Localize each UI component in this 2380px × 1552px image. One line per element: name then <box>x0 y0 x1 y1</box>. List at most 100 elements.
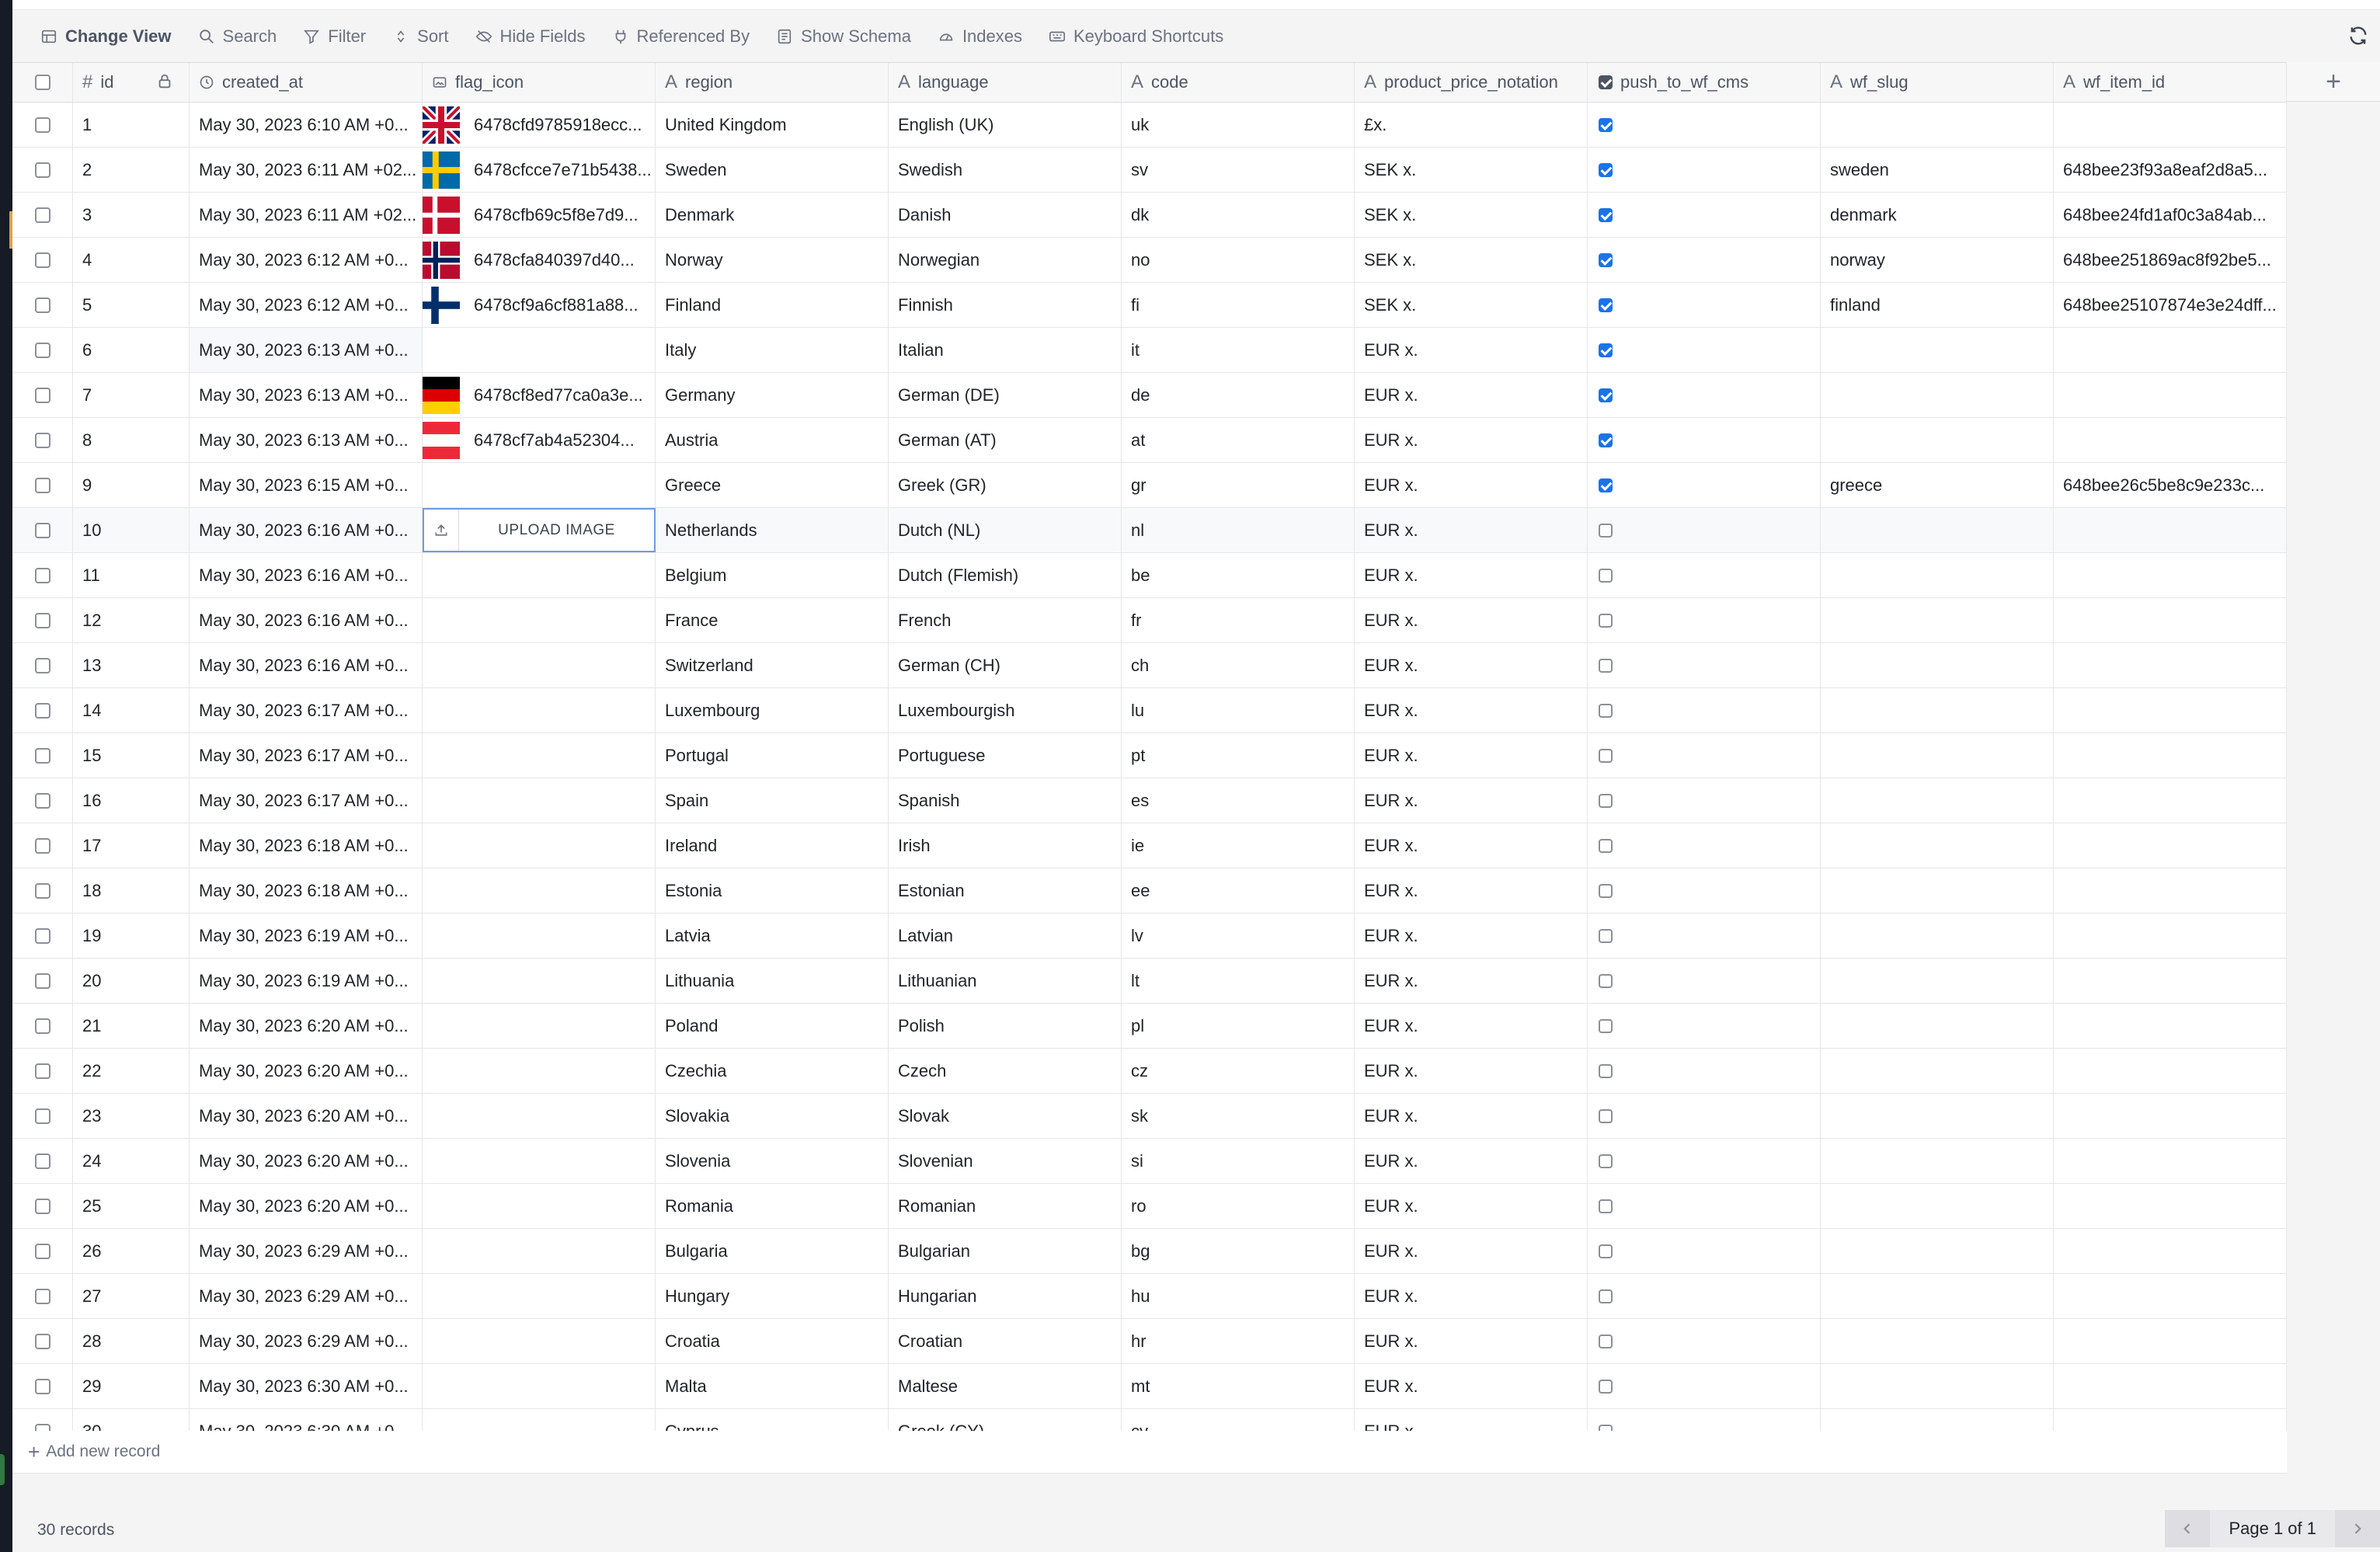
wf-slug-cell[interactable] <box>1821 1184 2054 1228</box>
region-cell[interactable]: Slovakia <box>656 1094 889 1138</box>
flag-icon-cell[interactable] <box>423 778 656 823</box>
id-cell[interactable]: 2 <box>73 148 190 192</box>
id-cell[interactable]: 29 <box>73 1364 190 1408</box>
wf-slug-cell[interactable] <box>1821 688 2054 733</box>
table-row[interactable]: 15 May 30, 2023 6:17 AM +0... Portugal Port… <box>12 733 2287 778</box>
wf-item-id-cell[interactable]: 648bee25107874e3e24dff... <box>2054 283 2287 327</box>
product-price-notation-cell[interactable]: EUR x. <box>1355 1139 1588 1183</box>
wf-slug-cell[interactable] <box>1821 328 2054 372</box>
product-price-notation-cell[interactable]: EUR x. <box>1355 1004 1588 1048</box>
product-price-notation-cell[interactable]: EUR x. <box>1355 418 1588 462</box>
product-price-notation-cell[interactable]: EUR x. <box>1355 733 1588 778</box>
product-price-notation-cell[interactable]: EUR x. <box>1355 823 1588 868</box>
push-to-wf-cms-cell[interactable] <box>1588 1274 1821 1318</box>
id-cell[interactable]: 26 <box>73 1229 190 1273</box>
flag-icon-cell[interactable] <box>423 328 656 372</box>
product-price-notation-cell[interactable]: EUR x. <box>1355 1229 1588 1273</box>
wf-item-id-cell[interactable] <box>2054 688 2287 733</box>
wf-slug-cell[interactable] <box>1821 1319 2054 1363</box>
code-cell[interactable]: fr <box>1122 598 1355 642</box>
flag-icon-cell[interactable] <box>423 598 656 642</box>
id-cell[interactable]: 4 <box>73 238 190 282</box>
flag-icon-cell[interactable]: 6478cfd9785918ecc... <box>423 103 656 147</box>
product-price-notation-cell[interactable]: EUR x. <box>1355 1184 1588 1228</box>
table-row[interactable]: 27 May 30, 2023 6:29 AM +0... Hungary Hunga… <box>12 1274 2287 1319</box>
wf-slug-cell[interactable] <box>1821 913 2054 958</box>
push-to-wf-cms-checkbox[interactable] <box>1599 1199 1613 1213</box>
product-price-notation-cell[interactable]: EUR x. <box>1355 1364 1588 1408</box>
table-row[interactable]: 1 May 30, 2023 6:10 AM +0... 6478cfd978591… <box>12 103 2287 148</box>
language-cell[interactable]: Luxembourgish <box>889 688 1122 733</box>
product-price-notation-cell[interactable]: SEK x. <box>1355 238 1588 282</box>
push-to-wf-cms-checkbox[interactable] <box>1599 1018 1613 1033</box>
flag-icon-cell[interactable] <box>423 1319 656 1363</box>
language-cell[interactable]: Maltese <box>889 1364 1122 1408</box>
region-cell[interactable]: Germany <box>656 373 889 417</box>
flag-icon-cell[interactable] <box>423 868 656 913</box>
region-cell[interactable]: Switzerland <box>656 643 889 687</box>
wf-slug-cell[interactable] <box>1821 868 2054 913</box>
wf-slug-cell[interactable] <box>1821 418 2054 462</box>
wf-item-id-cell[interactable] <box>2054 418 2287 462</box>
table-row[interactable]: 11 May 30, 2023 6:16 AM +0... Belgium Dutch… <box>12 553 2287 598</box>
region-cell[interactable]: Ireland <box>656 823 889 868</box>
id-cell[interactable]: 28 <box>73 1319 190 1363</box>
table-row[interactable]: 20 May 30, 2023 6:19 AM +0... Lithuania Lit… <box>12 959 2287 1004</box>
table-row[interactable]: 22 May 30, 2023 6:20 AM +0... Czechia Czech… <box>12 1049 2287 1094</box>
code-cell[interactable]: it <box>1122 328 1355 372</box>
flag-icon-cell[interactable] <box>423 1184 656 1228</box>
created-at-cell[interactable]: May 30, 2023 6:16 AM +0... <box>190 643 423 687</box>
wf-slug-cell[interactable] <box>1821 1274 2054 1318</box>
row-checkbox[interactable] <box>34 117 50 133</box>
flag-icon-cell[interactable] <box>423 823 656 868</box>
region-cell[interactable]: Poland <box>656 1004 889 1048</box>
code-cell[interactable]: ee <box>1122 868 1355 913</box>
region-cell[interactable]: Romania <box>656 1184 889 1228</box>
created-at-cell[interactable]: May 30, 2023 6:12 AM +0... <box>190 238 423 282</box>
language-cell[interactable]: English (UK) <box>889 103 1122 147</box>
product-price-notation-cell[interactable]: EUR x. <box>1355 328 1588 372</box>
table-row[interactable]: 26 May 30, 2023 6:29 AM +0... Bulgaria Bulg… <box>12 1229 2287 1274</box>
flag-icon-cell[interactable] <box>423 1139 656 1183</box>
push-to-wf-cms-cell[interactable] <box>1588 193 1821 237</box>
flag-icon-cell[interactable] <box>423 959 656 1003</box>
wf-slug-cell[interactable] <box>1821 598 2054 642</box>
table-row[interactable]: 16 May 30, 2023 6:17 AM +0... Spain Spanish… <box>12 778 2287 823</box>
id-cell[interactable]: 25 <box>73 1184 190 1228</box>
region-cell[interactable]: Greece <box>656 463 889 507</box>
wf-item-id-cell[interactable] <box>2054 553 2287 597</box>
flag-icon-cell[interactable] <box>423 733 656 778</box>
created-at-cell[interactable]: May 30, 2023 6:18 AM +0... <box>190 823 423 868</box>
code-cell[interactable]: at <box>1122 418 1355 462</box>
wf-slug-cell[interactable] <box>1821 1139 2054 1183</box>
push-to-wf-cms-cell[interactable] <box>1588 373 1821 417</box>
created-at-cell[interactable]: May 30, 2023 6:20 AM +0... <box>190 1004 423 1048</box>
wf-item-id-cell[interactable]: 648bee26c5be8c9e233c... <box>2054 463 2287 507</box>
created-at-cell[interactable]: May 30, 2023 6:20 AM +0... <box>190 1184 423 1228</box>
push-to-wf-cms-checkbox[interactable] <box>1599 568 1613 583</box>
code-cell[interactable]: de <box>1122 373 1355 417</box>
row-checkbox[interactable] <box>34 1243 50 1259</box>
product-price-notation-cell[interactable]: SEK x. <box>1355 148 1588 192</box>
push-to-wf-cms-cell[interactable] <box>1588 1364 1821 1408</box>
wf-slug-cell[interactable]: sweden <box>1821 148 2054 192</box>
id-cell[interactable]: 13 <box>73 643 190 687</box>
code-cell[interactable]: ie <box>1122 823 1355 868</box>
wf-item-id-cell[interactable] <box>2054 373 2287 417</box>
table-row[interactable]: 6 May 30, 2023 6:13 AM +0... Italy Italian i… <box>12 328 2287 373</box>
push-to-wf-cms-cell[interactable] <box>1588 1049 1821 1093</box>
push-to-wf-cms-cell[interactable] <box>1588 598 1821 642</box>
created-at-cell[interactable]: May 30, 2023 6:29 AM +0... <box>190 1274 423 1318</box>
code-cell[interactable]: sk <box>1122 1094 1355 1138</box>
wf-item-id-cell[interactable] <box>2054 328 2287 372</box>
region-cell[interactable]: Spain <box>656 778 889 823</box>
product-price-notation-cell[interactable]: EUR x. <box>1355 508 1588 552</box>
push-to-wf-cms-checkbox[interactable] <box>1599 883 1613 898</box>
wf-item-id-cell[interactable] <box>2054 823 2287 868</box>
row-checkbox[interactable] <box>34 837 50 854</box>
sort-button[interactable]: Sort <box>392 26 449 47</box>
created-at-cell[interactable]: May 30, 2023 6:13 AM +0... <box>190 328 423 372</box>
created-at-cell[interactable]: May 30, 2023 6:13 AM +0... <box>190 373 423 417</box>
code-cell[interactable]: dk <box>1122 193 1355 237</box>
row-checkbox[interactable] <box>34 927 50 944</box>
